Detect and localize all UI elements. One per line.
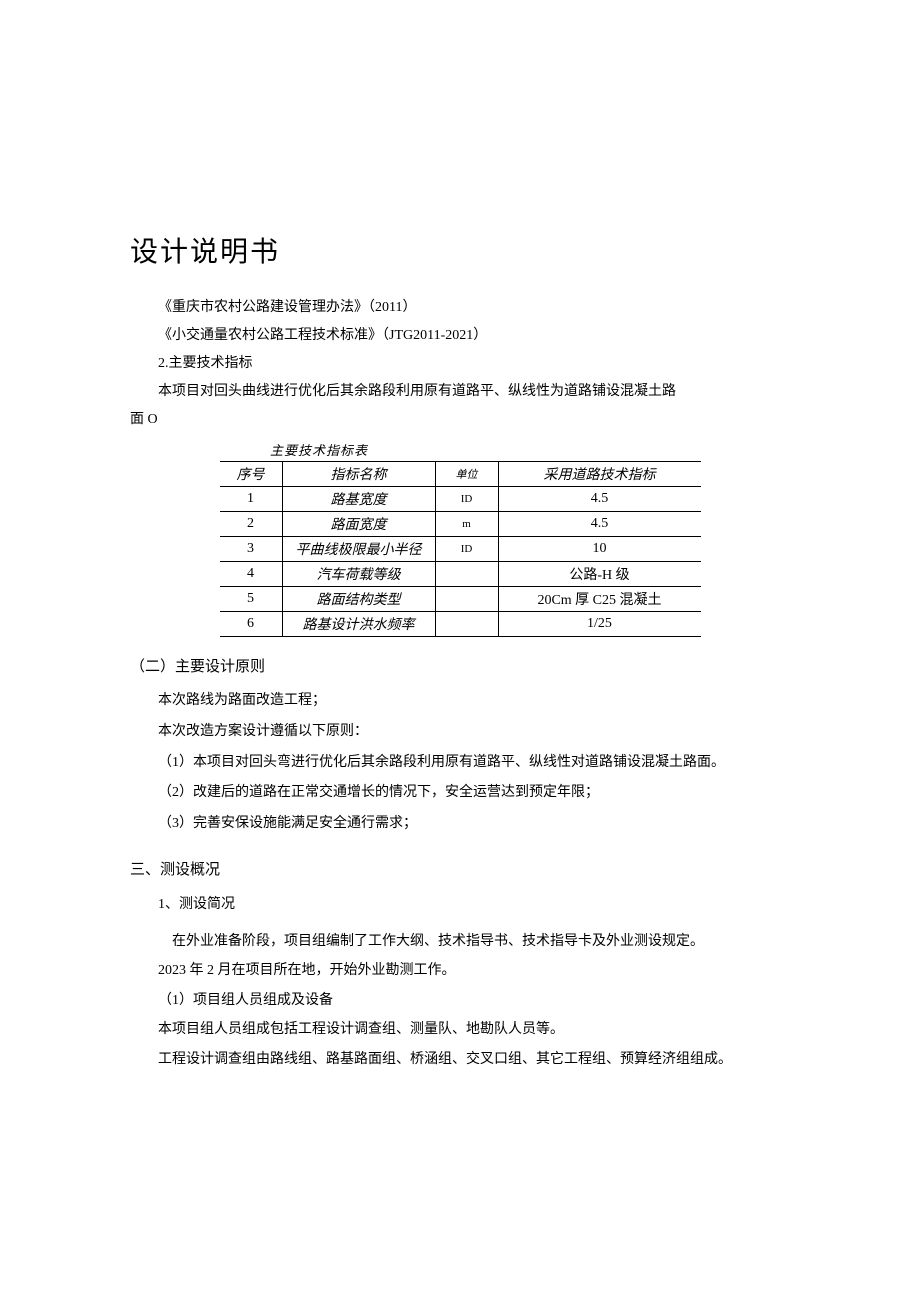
principles-item-3: （3）完善安保设施能满足安全通行需求；	[130, 809, 790, 840]
cell-seq: 1	[220, 487, 283, 512]
cell-val: 公路-H 级	[498, 562, 701, 587]
cell-val: 10	[498, 537, 701, 562]
table-row: 3 平曲线极限最小半径 ID 10	[220, 537, 701, 562]
section-2-heading: 2.主要技术指标	[130, 350, 790, 378]
cell-unit	[435, 587, 498, 612]
cell-name: 汽车荷载等级	[282, 562, 435, 587]
table-caption: 主要技术指标表	[130, 440, 790, 459]
page-content: 设计说明书 《重庆市农村公路建设管理办法》（2011） 《小交通量农村公路工程技…	[0, 0, 920, 1274]
principles-item-1: （1）本项目对回头弯进行优化后其余路段利用原有道路平、纵线性对道路铺设混凝土路面…	[130, 748, 790, 779]
th-val: 采用道路技术指标	[498, 462, 701, 487]
table-row: 2 路面宽度 m 4.5	[220, 512, 701, 537]
cell-val: 4.5	[498, 512, 701, 537]
cell-unit: ID	[435, 537, 498, 562]
document-title: 设计说明书	[130, 230, 790, 270]
reference-2: 《小交通量农村公路工程技术标准》（JTG2011-2021）	[130, 322, 790, 350]
th-seq: 序号	[220, 462, 283, 487]
table-row: 4 汽车荷载等级 公路-H 级	[220, 562, 701, 587]
cell-val: 4.5	[498, 487, 701, 512]
survey-p3: （1）项目组人员组成及设备	[130, 986, 790, 1015]
reference-1: 《重庆市农村公路建设管理办法》（2011）	[130, 294, 790, 322]
survey-p4: 本项目组人员组成包括工程设计调查组、测量队、地勘队人员等。	[130, 1015, 790, 1044]
principles-p1: 本次路线为路面改造工程；	[130, 686, 790, 717]
cell-seq: 4	[220, 562, 283, 587]
cell-name: 路面宽度	[282, 512, 435, 537]
cell-unit: ID	[435, 487, 498, 512]
survey-heading: 三、测设概况	[130, 858, 790, 879]
survey-p5: 工程设计调查组由路线组、路基路面组、桥涵组、交叉口组、其它工程组、预算经济组组成…	[130, 1045, 790, 1074]
survey-p1: 在外业准备阶段，项目组编制了工作大纲、技术指导书、技术指导卡及外业测设规定。	[130, 927, 790, 956]
cell-unit: m	[435, 512, 498, 537]
th-unit: 单位	[435, 462, 498, 487]
section-2-para: 本项目对回头曲线进行优化后其余路段利用原有道路平、纵线性为道路铺设混凝土路	[130, 378, 790, 406]
principles-heading: （二）主要设计原则	[130, 655, 790, 676]
survey-sub1: 1、测设简况	[130, 893, 790, 913]
th-name: 指标名称	[282, 462, 435, 487]
cell-seq: 6	[220, 612, 283, 637]
cell-name: 路基宽度	[282, 487, 435, 512]
cell-seq: 5	[220, 587, 283, 612]
table-row: 6 路基设计洪水频率 1/25	[220, 612, 701, 637]
cell-name: 路面结构类型	[282, 587, 435, 612]
tech-indicator-table: 序号 指标名称 单位 采用道路技术指标 1 路基宽度 ID 4.5 2 路面宽度…	[220, 461, 701, 637]
cell-name: 平曲线极限最小半径	[282, 537, 435, 562]
survey-p2: 2023 年 2 月在项目所在地，开始外业勘测工作。	[130, 956, 790, 985]
cell-val: 1/25	[498, 612, 701, 637]
cell-seq: 2	[220, 512, 283, 537]
cell-unit	[435, 612, 498, 637]
cell-unit	[435, 562, 498, 587]
cell-seq: 3	[220, 537, 283, 562]
cell-val: 20Cm 厚 C25 混凝土	[498, 587, 701, 612]
section-2-para-tail: 面 O	[130, 406, 790, 434]
principles-p2: 本次改造方案设计遵循以下原则：	[130, 717, 790, 748]
table-header-row: 序号 指标名称 单位 采用道路技术指标	[220, 462, 701, 487]
table-row: 5 路面结构类型 20Cm 厚 C25 混凝土	[220, 587, 701, 612]
principles-item-2: （2）改建后的道路在正常交通增长的情况下，安全运营达到预定年限；	[130, 778, 790, 809]
cell-name: 路基设计洪水频率	[282, 612, 435, 637]
table-row: 1 路基宽度 ID 4.5	[220, 487, 701, 512]
